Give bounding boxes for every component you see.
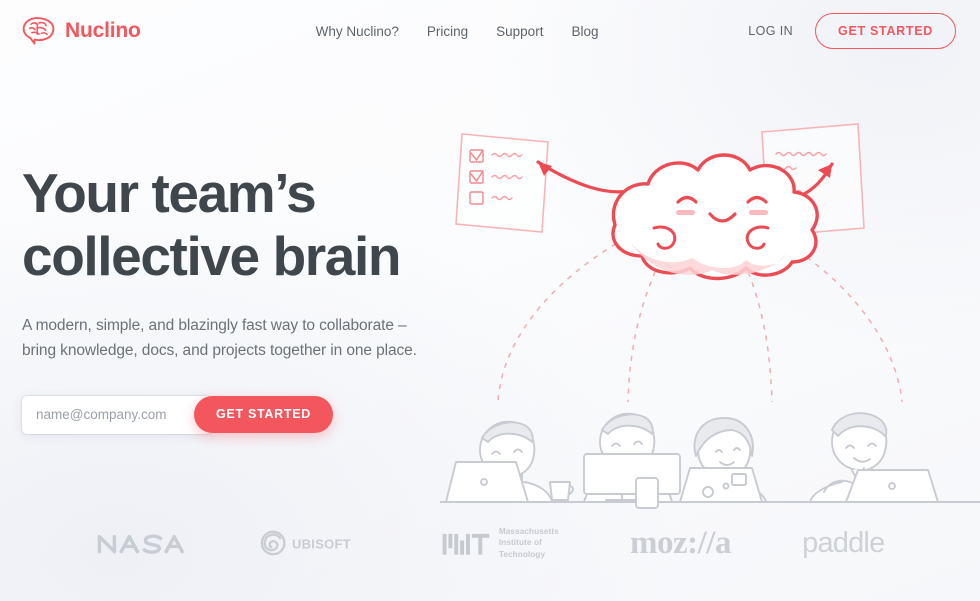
header-get-started-button[interactable]: GET STARTED [815, 12, 956, 50]
header-actions: LOG IN GET STARTED [748, 12, 956, 50]
brand-name: Nuclino [65, 19, 141, 42]
ubisoft-logo: UBISOFT [259, 528, 371, 558]
page-title: Your team’s collective brain [22, 162, 452, 287]
brain-speech-bubble-icon [22, 17, 56, 45]
paddle-logo: paddle [802, 526, 885, 559]
mozilla-logo: moz://a [630, 524, 731, 561]
mit-line-1: Massachusetts [498, 526, 559, 536]
main-nav: Why Nuclino? Pricing Support Blog [316, 24, 599, 39]
hero-section: Your team’s collective brain A modern, s… [0, 62, 980, 509]
site-header: Nuclino Why Nuclino? Pricing Support Blo… [0, 0, 980, 62]
checklist-card-icon [455, 133, 549, 233]
nav-why-nuclino[interactable]: Why Nuclino? [316, 24, 399, 39]
nav-blog[interactable]: Blog [571, 24, 598, 39]
email-input[interactable] [22, 395, 212, 434]
hero-subtitle: A modern, simple, and blazingly fast way… [22, 313, 452, 363]
nasa-logo [96, 530, 188, 556]
mit-logo: Massachusetts Institute of Technology [442, 526, 559, 561]
document-card-icon [761, 123, 865, 247]
mit-line-2: Institute of [498, 538, 542, 548]
mit-wordmark: Massachusetts Institute of Technology [499, 526, 559, 561]
hero-illustration [440, 120, 980, 540]
subtitle-line-1: A modern, simple, and blazingly fast way… [22, 317, 407, 335]
paddle-wordmark: paddle [802, 526, 885, 559]
arrow-right-icon [764, 162, 834, 200]
headline-line-1: Your team’s [22, 162, 317, 224]
brand-logo-link[interactable]: Nuclino [22, 17, 141, 45]
person-1 [445, 420, 553, 503]
person-3 [679, 417, 767, 503]
mozilla-wordmark: moz://a [630, 524, 731, 561]
four-people-at-desk-icon [440, 412, 980, 509]
person-4 [809, 412, 939, 503]
signup-form: GET STARTED [22, 395, 452, 434]
subtitle-line-2: bring knowledge, docs, and projects toge… [22, 342, 417, 360]
arrow-left-icon [536, 160, 640, 194]
headline-line-2: collective brain [22, 224, 401, 287]
person-2 [549, 412, 681, 509]
client-logo-bar: UBISOFT Massachusetts Institute of Techn… [0, 507, 980, 579]
hero-copy: Your team’s collective brain A modern, s… [22, 62, 452, 434]
smiling-cloud-icon [611, 153, 819, 281]
nav-support[interactable]: Support [496, 24, 543, 39]
hero-get-started-button[interactable]: GET STARTED [194, 396, 333, 433]
nav-pricing[interactable]: Pricing [427, 24, 468, 39]
svg-text:UBISOFT: UBISOFT [292, 536, 351, 551]
login-link[interactable]: LOG IN [748, 24, 793, 38]
mit-line-3: Technology [498, 549, 546, 559]
connection-arcs-icon [497, 227, 903, 403]
